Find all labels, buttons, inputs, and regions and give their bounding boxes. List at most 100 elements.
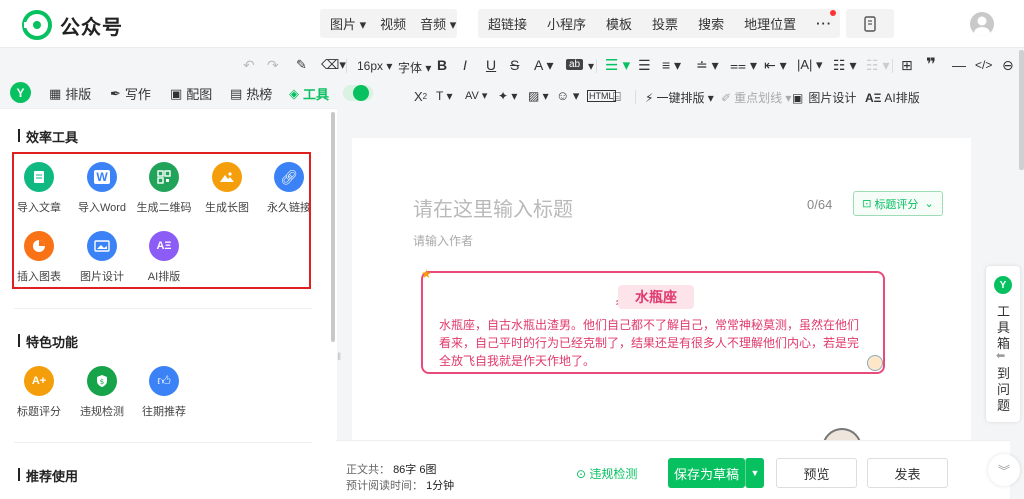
save-draft-button[interactable]: 保存为草稿 [668,458,745,488]
assistant-toggle[interactable] [343,85,373,101]
subscript-icon[interactable]: X2 [414,89,427,104]
highlight-line-button[interactable]: ✐ 重点划线 ▾ [721,89,791,106]
side-label-char: 题 [997,398,1011,413]
font-color-icon[interactable]: A ▾ [534,57,553,74]
font-size-select[interactable]: 16px ▾ [357,59,392,73]
html-icon[interactable]: HTML [587,90,616,102]
image-design-button[interactable]: ▣ 图片设计 [792,89,856,106]
sidebar-scrollbar[interactable] [331,112,335,342]
preview-button[interactable]: 预览 [776,458,857,488]
horizontal-rule-icon[interactable]: — [952,57,966,73]
assistant-logo-icon[interactable]: Y [10,82,31,103]
ordered-list-icon[interactable]: ☷ ▾ [866,57,889,74]
image-edit-icon[interactable]: ▨ ▾ [528,89,549,103]
page-scrollbar[interactable] [1019,50,1024,170]
side-label-char: 工 [997,304,1011,319]
one-click-layout-button[interactable]: ⚡ 一键排版 ▾ [645,89,714,106]
pen-icon: ✒ [110,85,121,101]
magic-icon[interactable]: ✦ ▾ [498,89,517,103]
publish-button[interactable]: 发表 [867,458,948,488]
align-left-icon[interactable]: ☰ ▾ [605,56,630,74]
ai-layout-button[interactable]: AΞ AI排版 [865,89,920,106]
hyperlink-button[interactable]: 超链接 [478,14,537,33]
side-label-char: 问 [997,382,1011,397]
bold-icon[interactable]: B [437,57,447,73]
title-input[interactable]: 请在这里输入标题 [413,193,573,222]
toolbar-separator [635,90,636,104]
title-score-dropdown[interactable]: ⊡ 标题评分 ⌄ [853,191,943,216]
mini-program-button[interactable]: 小程序 [537,14,596,33]
avatar[interactable] [970,12,994,36]
text-style-icon[interactable]: T ▾ [436,89,452,103]
side-label-char: 到 [997,366,1011,381]
line-height-icon[interactable]: ≐ ▾ [696,57,719,74]
font-family-select[interactable]: 字体 ▾ [398,59,431,76]
image-icon: ▣ [170,85,183,101]
card-body: 水瓶座，自古水瓶出渣男。他们自己都不了解自己，常常神秘莫测，虽然在他们看来，自己… [439,318,860,368]
notification-dot [830,10,836,16]
clear-format-icon[interactable]: ⌫▾ [321,57,346,73]
title-char-counter: 0/64 [807,197,833,212]
violation-check-button[interactable]: $ 违规检测 [72,366,132,419]
tab-tools[interactable]: ◈ 工具 [289,84,329,103]
violation-check-link[interactable]: ⊙ 违规检测 [576,465,637,482]
tab-write[interactable]: ✒ 写作 [110,84,151,103]
emoji-icon[interactable]: ☺ ▾ [556,88,579,104]
insert-audio-menu[interactable]: 音频 ▾ [410,14,466,33]
underline-icon[interactable]: U [486,57,496,73]
section-divider [14,442,312,443]
undo-icon[interactable]: ↶ [243,57,255,74]
insert-video-menu[interactable]: 视频 [376,14,410,33]
tab-hot[interactable]: ▤ 热榜 [230,84,272,103]
toolbar-separator [892,59,893,73]
content-card[interactable]: ★ ≈ 水瓶座 水瓶座，自古水瓶出渣男。他们自己都不了解自己，常常神秘莫测，虽然… [421,267,885,374]
background-color-icon[interactable]: ab [566,59,584,70]
strikethrough-icon[interactable]: S [510,57,519,73]
code-icon[interactable]: </> [975,58,992,72]
save-dropdown-button[interactable]: ▼ [745,458,764,488]
toolbar-separator [596,59,597,73]
align-center-icon[interactable]: ☰ [638,57,651,74]
title-score-button[interactable]: A+ 标题评分 [9,366,69,419]
collapse-down-button[interactable]: ︾ [988,454,1020,486]
phone-icon [864,15,876,32]
resize-handle-icon[interactable]: ‖ [337,352,341,363]
location-button[interactable]: 地理位置 [734,14,806,33]
toolkit-icon[interactable]: ⌸ [613,89,621,105]
app-logo-icon[interactable] [22,10,52,40]
cube-icon: ◈ [289,85,299,101]
paragraph-spacing-icon[interactable]: ⩵ ▾ [730,57,757,74]
quote-icon[interactable]: ❞ [926,55,936,75]
italic-icon[interactable]: I [463,57,467,73]
vote-button[interactable]: 投票 [642,14,688,33]
user-icon [974,16,990,36]
brand-title: 公众号 [60,17,123,39]
recommend-section-title: 推荐使用 [18,466,78,485]
tab-layout[interactable]: ▦ 排版 [49,84,91,103]
table-icon[interactable]: ⊞ [901,57,913,74]
chevron-down-icon: ▼ [750,468,760,478]
redo-icon[interactable]: ↷ [267,57,279,74]
background-color-dropdown[interactable]: ▾ [588,59,594,73]
text-indent-icon[interactable]: ⇤ ▾ [764,57,787,74]
more-button[interactable]: ··· [806,16,842,31]
tab-image[interactable]: ▣ 配图 [170,84,212,103]
past-recommend-button[interactable]: 👍︎ 往期推荐 [134,366,194,419]
fullscreen-icon[interactable]: ⊖ [1002,57,1014,74]
mobile-preview-button[interactable] [846,9,894,38]
indent-icon[interactable]: ≡ ▾ [662,57,681,74]
list-icon[interactable]: ☷ ▾ [833,57,856,74]
template-button[interactable]: 模板 [596,14,642,33]
search-button[interactable]: 搜索 [688,14,734,33]
arrow-left-icon[interactable]: ⬅ [996,349,1005,362]
top-bar: 公众号 图片 ▾ 视频 音频 ▾ 超链接 小程序 模板 投票 搜索 地理位置 ·… [0,0,1024,48]
letter-spacing-icon[interactable]: |A| ▾ [797,57,823,73]
author-input[interactable]: 请输入作者 [413,232,473,249]
insert-image-menu[interactable]: 图片 ▾ [320,14,376,33]
format-painter-icon[interactable]: ✎ [296,57,307,73]
highlight-icon: ✐ [721,90,732,105]
layout-icon: ▦ [49,85,62,101]
character-spacing-icon[interactable]: AV ▾ [465,89,487,102]
svg-text:$: $ [100,378,104,386]
toolbox-side-panel[interactable]: Y 工 具 箱 ⬅ 到 问 题 [986,266,1020,422]
